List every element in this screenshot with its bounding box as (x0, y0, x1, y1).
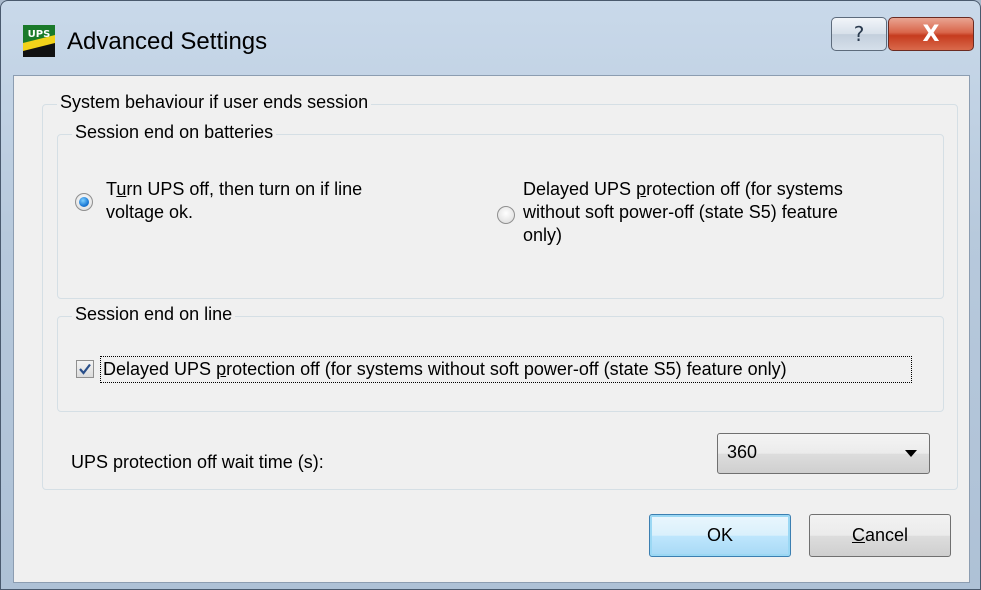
turn-ups-off-line2: voltage ok. (106, 202, 194, 222)
ups-app-icon: UPS (23, 25, 55, 57)
cancel-button-label: ancel (864, 525, 909, 545)
wait-time-label: UPS protection off wait time (s): (71, 452, 324, 472)
line-group-label: Session end on line (72, 304, 236, 325)
delayed-protection-off-line1-post: rotection off (for systems (646, 179, 843, 199)
help-button[interactable]: ? (831, 17, 887, 51)
dialog-client-area: System behaviour if user ends session Se… (13, 75, 970, 583)
title-bar[interactable]: UPS Advanced Settings ? X (1, 1, 980, 75)
delayed-protection-off-line3: only) (523, 225, 563, 245)
cancel-button-mnemonic: C (851, 525, 865, 545)
turn-ups-off-radio[interactable] (75, 193, 93, 211)
dialog-window: UPS Advanced Settings ? X System behavio… (0, 0, 981, 590)
app-icon-label: UPS (28, 29, 51, 40)
session-end-group-label: System behaviour if user ends session (57, 92, 372, 113)
cancel-button[interactable]: Cancel (809, 514, 951, 557)
delayed-protection-checkbox-mnemonic: p (216, 359, 227, 379)
delayed-protection-checkbox-label[interactable]: Delayed UPS protection off (for systems … (103, 358, 787, 381)
delayed-protection-checkbox-post: rotection off (for systems without soft … (226, 359, 787, 379)
delayed-protection-off-line2: without soft power-off (state S5) featur… (523, 202, 838, 222)
delayed-protection-off-radio[interactable] (497, 206, 515, 224)
dialog-title: Advanced Settings (67, 28, 268, 55)
turn-ups-off-label[interactable]: Turn UPS off, then turn on if line volta… (106, 178, 486, 224)
chevron-down-icon (905, 450, 917, 457)
batteries-group-label: Session end on batteries (72, 122, 277, 143)
close-button[interactable]: X (888, 17, 974, 51)
wait-time-value: 360 (727, 442, 758, 462)
turn-ups-off-mnemonic: u (116, 179, 127, 199)
delayed-protection-checkbox[interactable] (76, 360, 94, 378)
help-icon: ? (853, 22, 865, 46)
turn-ups-off-post: rn UPS off, then turn on if line (126, 179, 363, 199)
delayed-protection-off-line1-pre: Delayed UPS (523, 179, 637, 199)
delayed-protection-off-mnemonic: p (636, 179, 647, 199)
delayed-protection-checkbox-pre: Delayed UPS (103, 359, 217, 379)
close-icon: X (922, 21, 940, 47)
ok-button-label: OK (706, 525, 733, 545)
checkmark-icon (79, 363, 91, 375)
ok-button[interactable]: OK (649, 514, 791, 557)
turn-ups-off-pre: T (106, 179, 117, 199)
delayed-protection-off-label[interactable]: Delayed UPS protection off (for systems … (523, 178, 933, 247)
wait-time-select[interactable]: 360 (717, 433, 930, 474)
